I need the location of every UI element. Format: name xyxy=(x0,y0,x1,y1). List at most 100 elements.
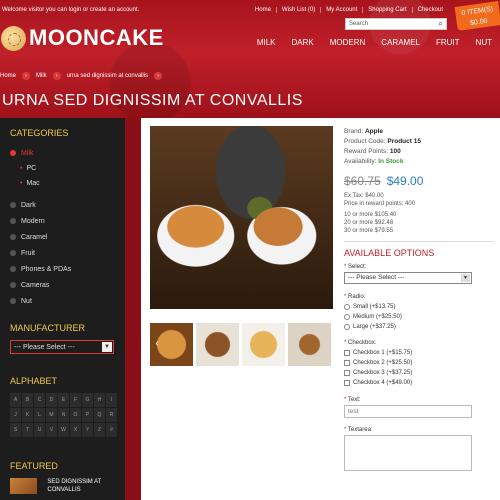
checkbox[interactable] xyxy=(344,380,350,386)
subcategory-mac[interactable]: • Mac xyxy=(10,176,115,191)
breadcrumb-current[interactable]: urna sed dignissim at convallis xyxy=(67,73,148,79)
category-milk[interactable]: Milk xyxy=(10,145,115,161)
ex-tax: Ex Tax: $40.00 xyxy=(344,193,384,199)
link-my-account[interactable]: My Account xyxy=(320,7,362,13)
alpha-letter[interactable]: G xyxy=(82,393,93,407)
alpha-letter[interactable]: B xyxy=(22,393,33,407)
nav-dark[interactable]: DARK xyxy=(292,38,314,47)
alpha-letter[interactable]: U xyxy=(34,423,45,437)
checkbox-4[interactable]: Checkbox 4 (+$49.00) xyxy=(344,378,494,388)
text-input[interactable]: test xyxy=(344,405,472,418)
alpha-letter[interactable]: D xyxy=(46,393,57,407)
checkbox-1[interactable]: Checkbox 1 (+$15.75) xyxy=(344,348,494,358)
radio-button[interactable] xyxy=(344,304,350,310)
textarea-label: * Textarea: xyxy=(344,427,373,433)
alpha-letter[interactable]: P xyxy=(82,408,93,422)
subcategory-label: PC xyxy=(26,165,37,172)
category-fruit[interactable]: Fruit xyxy=(10,245,115,261)
alpha-letter[interactable]: # xyxy=(106,423,117,437)
breadcrumb-separator-icon: › xyxy=(52,72,61,80)
alpha-letter[interactable]: C xyxy=(34,393,45,407)
alpha-letter[interactable]: M xyxy=(46,408,57,422)
radio-large[interactable]: Large (+$37.25) xyxy=(344,322,494,332)
reward-label: Reward Points: xyxy=(344,148,389,155)
alpha-letter[interactable]: S xyxy=(10,423,21,437)
category-phones[interactable]: Phones & PDAs xyxy=(10,261,115,277)
search-input[interactable]: Search xyxy=(346,21,435,27)
nav-milk[interactable]: MILK xyxy=(257,38,276,47)
chevron-left-icon[interactable]: ‹ xyxy=(153,338,161,350)
featured-item[interactable]: SED DIGNISSIM AT CONVALLIS xyxy=(10,478,115,494)
mooncake-logo-icon xyxy=(1,25,26,51)
manufacturer-select[interactable]: --- Please Select --- ▼ xyxy=(10,340,114,354)
subcategory-label: Mac xyxy=(26,180,40,187)
nav-fruit[interactable]: FRUIT xyxy=(436,38,460,47)
checkbox-3[interactable]: Checkbox 3 (+$37.25) xyxy=(344,368,494,378)
alpha-letter[interactable]: N xyxy=(58,408,69,422)
radio-button[interactable] xyxy=(344,324,350,330)
divider xyxy=(344,241,494,242)
category-caramel[interactable]: Caramel xyxy=(10,229,115,245)
product-thumbnail[interactable] xyxy=(242,323,285,366)
alpha-letter[interactable]: E xyxy=(58,393,69,407)
alpha-letter[interactable]: A xyxy=(10,393,21,407)
checkbox[interactable] xyxy=(344,350,350,356)
checkbox-2[interactable]: Checkbox 2 (+$25.50) xyxy=(344,358,494,368)
alpha-letter[interactable]: T xyxy=(22,423,33,437)
alpha-letter[interactable]: V xyxy=(46,423,57,437)
category-modern[interactable]: Modern xyxy=(10,213,115,229)
alpha-letter[interactable]: Z xyxy=(94,423,105,437)
site-logo[interactable]: MOONCAKE xyxy=(1,25,164,51)
alpha-letter[interactable]: I xyxy=(106,393,117,407)
logo-text: MOONCAKE xyxy=(29,25,164,50)
category-label: Milk xyxy=(21,149,34,157)
textarea-input[interactable] xyxy=(344,435,472,471)
link-shopping-cart[interactable]: Shopping Cart xyxy=(362,7,411,13)
featured-heading: FEATURED xyxy=(10,461,58,471)
radio-button[interactable] xyxy=(344,314,350,320)
alpha-letter[interactable]: F xyxy=(70,393,81,407)
bullet-icon xyxy=(10,250,16,256)
product-thumbnail[interactable] xyxy=(288,323,331,366)
category-cameras[interactable]: Cameras xyxy=(10,277,115,293)
nav-nut[interactable]: NUT xyxy=(476,38,492,47)
checkbox[interactable] xyxy=(344,360,350,366)
radio-small[interactable]: Small (+$13.75) xyxy=(344,302,494,312)
alpha-letter[interactable]: J xyxy=(10,408,21,422)
alpha-letter[interactable]: Y xyxy=(82,423,93,437)
bullet-icon xyxy=(10,218,16,224)
price-reward-points: Price in reward points: 400 xyxy=(344,201,416,207)
brand-value[interactable]: Apple xyxy=(365,128,383,135)
code-label: Product Code: xyxy=(344,138,386,145)
radio-medium[interactable]: Medium (+$25.50) xyxy=(344,312,494,322)
link-home[interactable]: Home xyxy=(250,7,276,13)
product-thumbnail[interactable] xyxy=(196,323,239,366)
link-checkout[interactable]: Checkout xyxy=(411,7,448,13)
breadcrumb-milk[interactable]: Milk xyxy=(36,73,47,79)
categories-heading: CATEGORIES xyxy=(10,128,69,138)
nav-caramel[interactable]: CARAMEL xyxy=(381,38,420,47)
alpha-letter[interactable]: K xyxy=(22,408,33,422)
featured-thumbnail[interactable] xyxy=(10,478,38,494)
product-main-image[interactable] xyxy=(150,126,333,309)
link-wishlist[interactable]: Wish List (0) xyxy=(275,7,320,13)
alpha-letter[interactable]: O xyxy=(70,408,81,422)
brand-label: Brand: xyxy=(344,128,364,135)
alpha-letter[interactable]: X xyxy=(70,423,81,437)
alpha-letter[interactable]: Q xyxy=(94,408,105,422)
cart-badge[interactable]: 0 ITEM(S) $0.00 xyxy=(454,1,500,31)
featured-item-title[interactable]: SED DIGNISSIM AT CONVALLIS xyxy=(47,478,115,494)
alpha-letter[interactable]: H xyxy=(94,393,105,407)
category-dark[interactable]: Dark xyxy=(10,197,115,213)
alpha-letter[interactable]: W xyxy=(58,423,69,437)
option-select[interactable]: --- Please Select --- ▼ xyxy=(344,272,472,284)
alpha-letter[interactable]: R xyxy=(106,408,117,422)
checkbox[interactable] xyxy=(344,370,350,376)
breadcrumb-home[interactable]: Home xyxy=(0,73,16,79)
bullet-icon xyxy=(10,234,16,240)
nav-modern[interactable]: MODERN xyxy=(330,38,366,47)
alpha-letter[interactable]: L xyxy=(34,408,45,422)
category-nut[interactable]: Nut xyxy=(10,293,115,309)
search-icon[interactable]: ⌕ xyxy=(435,19,446,29)
subcategory-pc[interactable]: • PC xyxy=(10,161,115,176)
